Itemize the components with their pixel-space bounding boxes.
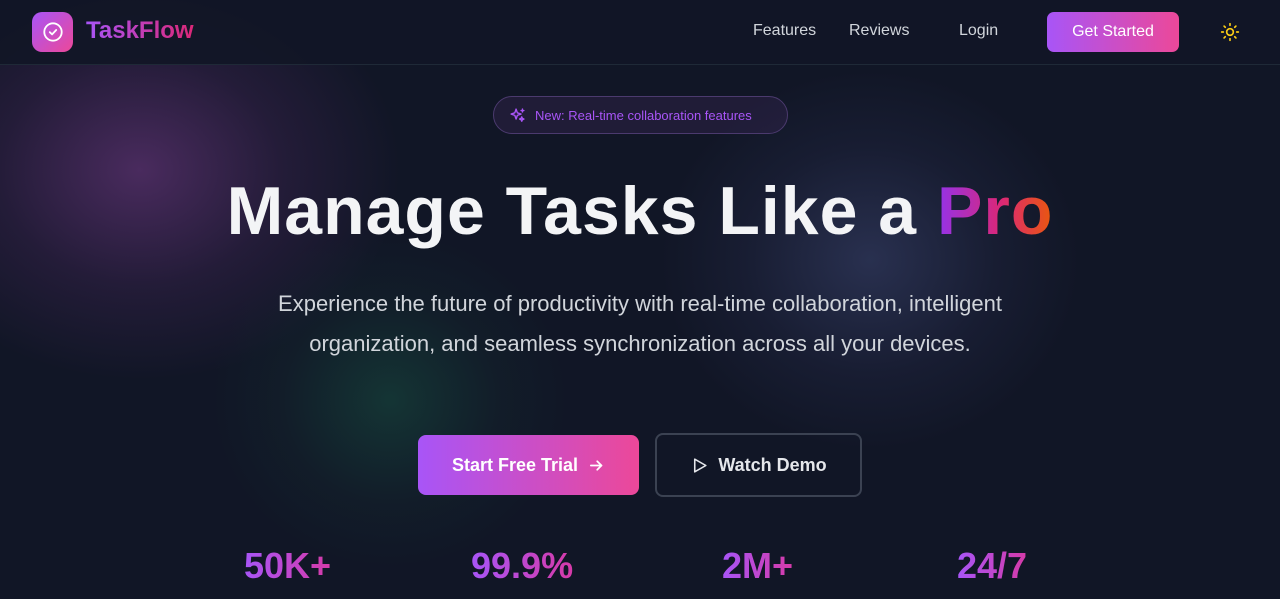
watch-demo-button[interactable]: Watch Demo — [655, 433, 862, 497]
top-navbar: TaskFlow Features Reviews Login Get Star… — [0, 0, 1280, 65]
theme-toggle-button[interactable] — [1218, 20, 1242, 44]
announcement-text: New: Real-time collaboration features — [535, 107, 752, 123]
logo-badge[interactable] — [32, 12, 73, 52]
nav-link-features[interactable]: Features — [753, 22, 816, 40]
play-icon — [694, 457, 707, 473]
landing-page: TaskFlow Features Reviews Login Get Star… — [0, 0, 1280, 599]
start-free-trial-label: Start Free Trial — [451, 454, 579, 475]
watch-demo-label: Watch Demo — [718, 454, 827, 475]
stat-value: 24/7 — [957, 545, 1028, 586]
hero-title: Manage Tasks Like a Pro — [0, 172, 1280, 250]
nav-link-reviews[interactable]: Reviews — [849, 22, 909, 40]
stat-value: 2M+ — [722, 545, 794, 586]
stat-value: 50K+ — [244, 545, 332, 586]
hero-title-main: Manage Tasks Like a — [226, 173, 938, 249]
sun-icon — [1220, 22, 1240, 42]
start-free-trial-button[interactable]: Start Free Trial — [418, 435, 639, 495]
get-started-button[interactable]: Get Started — [1047, 12, 1179, 52]
nav-link-login[interactable]: Login — [959, 22, 998, 40]
sparkles-icon — [510, 107, 525, 122]
stat-value: 99.9% — [471, 545, 574, 586]
hero-subtitle: Experience the future of productivity wi… — [278, 291, 1002, 356]
announcement-badge[interactable]: New: Real-time collaboration features — [493, 96, 788, 134]
app-logo-text[interactable]: TaskFlow — [86, 17, 194, 45]
check-circle-icon — [42, 22, 63, 42]
hero-title-accent: Pro — [937, 173, 1054, 249]
arrow-right-icon — [590, 459, 603, 471]
background-glow-green — [210, 230, 570, 570]
